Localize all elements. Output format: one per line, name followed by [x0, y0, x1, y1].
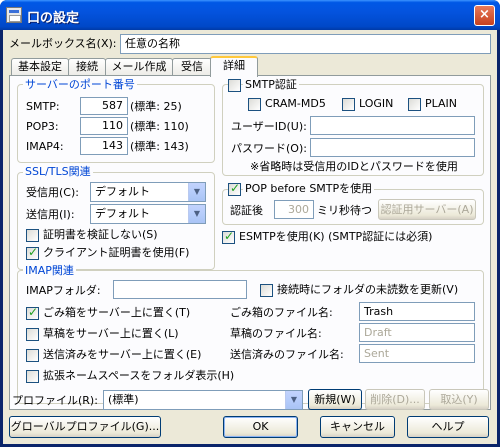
auth-note: ※省略時は受信用のIDとパスワードを使用 — [250, 160, 458, 173]
delete-profile-button[interactable]: 削除(D)... — [365, 389, 425, 410]
profile-value: (標準) — [108, 393, 139, 406]
pop3-default-label: (標準: 110) — [130, 120, 189, 133]
dialog-window: 口の設定 × メールボックス名(X): 任意の名称 基本設定 接続 メール作成 … — [0, 0, 500, 447]
sent-name-input[interactable]: Sent — [359, 344, 475, 363]
drafts-name-input[interactable]: Draft — [359, 323, 475, 342]
plain-label: PLAIN — [425, 97, 458, 110]
smtp-port-input[interactable]: 587 — [80, 97, 128, 115]
wait-label: 認証後 — [230, 204, 263, 217]
esmtp-checkbox[interactable] — [222, 229, 235, 244]
update-unread-checkbox[interactable] — [260, 284, 273, 297]
app-icon — [6, 7, 22, 23]
namespace-label: 拡張ネームスペースをフォルダ表示(H) — [43, 369, 235, 382]
verify-cert-label: 証明書を検証しない(S) — [43, 228, 158, 241]
tab-panel-advanced: サーバーのポート番号 SMTP: 587 (標準: 25) POP3: 110 … — [9, 75, 491, 410]
imap-title: IMAP関連 — [23, 264, 76, 277]
cram-md5-label: CRAM-MD5 — [265, 97, 326, 110]
server-ports-title: サーバーのポート番号 — [23, 78, 137, 91]
update-unread-label: 接続時にフォルダの未読数を更新(V) — [277, 283, 459, 296]
dialog-client: メールボックス名(X): 任意の名称 基本設定 接続 メール作成 受信 詳細 サ… — [3, 30, 497, 444]
chevron-down-icon[interactable]: ▼ — [188, 205, 205, 223]
drafts-name-label: 草稿のファイル名: — [230, 327, 322, 340]
drafts-on-server-checkbox[interactable] — [26, 328, 39, 341]
trash-on-server-checkbox[interactable] — [26, 305, 39, 320]
auth-server-button[interactable]: 認証用サーバー(A) — [378, 199, 476, 220]
pop-before-smtp-checkbox[interactable] — [228, 181, 241, 196]
mailbox-name-label: メールボックス名(X): — [9, 37, 117, 50]
profile-select[interactable]: (標準) ▼ — [103, 390, 303, 410]
trash-name-label: ごみ箱のファイル名: — [230, 306, 333, 319]
imap4-port-input[interactable]: 143 — [80, 137, 128, 155]
sent-on-server-checkbox[interactable] — [26, 349, 39, 362]
client-cert-label: クライアント証明書を使用(F) — [43, 246, 190, 259]
imap-folder-label: IMAPフォルダ: — [26, 284, 101, 297]
tab-basic[interactable]: 基本設定 — [11, 58, 69, 76]
global-profile-button[interactable]: グローバルプロファイル(G)... — [9, 416, 161, 438]
password-input[interactable] — [310, 138, 475, 157]
new-profile-button[interactable]: 新規(W) — [308, 389, 362, 410]
pop3-port-label: POP3: — [26, 120, 59, 133]
pop3-port-input[interactable]: 110 — [80, 117, 128, 135]
ssl-title: SSL/TLS関連 — [23, 165, 93, 178]
login-label: LOGIN — [359, 97, 394, 110]
chevron-down-icon[interactable]: ▼ — [285, 391, 302, 409]
cancel-button[interactable]: キャンセル — [320, 416, 395, 438]
ssl-receive-label: 受信用(C): — [26, 186, 79, 199]
window-title: 口の設定 — [27, 11, 80, 26]
ssl-receive-value: デフォルト — [95, 185, 150, 198]
tab-connection[interactable]: 接続 — [68, 58, 106, 76]
mailbox-name-input[interactable]: 任意の名称 — [120, 34, 491, 54]
ssl-send-value: デフォルト — [95, 207, 150, 220]
profile-label: プロファイル(R): — [12, 394, 98, 407]
sent-name-label: 送信済みのファイル名: — [230, 348, 344, 361]
cram-md5-checkbox[interactable] — [248, 98, 261, 111]
plain-checkbox[interactable] — [408, 98, 421, 111]
sent-on-server-label: 送信済みをサーバー上に置く(E) — [43, 348, 202, 361]
ssl-send-select[interactable]: デフォルト ▼ — [90, 204, 206, 224]
wait-unit-label: ミリ秒待つ — [317, 204, 372, 217]
import-profile-button[interactable]: 取込(Y) — [429, 389, 489, 410]
imap-folder-input[interactable] — [113, 280, 247, 299]
drafts-on-server-label: 草稿をサーバー上に置く(L) — [43, 327, 179, 340]
tab-receive[interactable]: 受信 — [172, 58, 212, 76]
trash-name-input[interactable]: Trash — [359, 302, 475, 321]
chevron-down-icon[interactable]: ▼ — [188, 183, 205, 201]
user-id-label: ユーザーID(U): — [231, 120, 307, 133]
password-label: パスワード(O): — [231, 142, 307, 155]
login-checkbox[interactable] — [342, 98, 355, 111]
wait-input[interactable]: 300 — [274, 200, 314, 219]
client-cert-checkbox[interactable] — [26, 245, 39, 260]
ssl-receive-select[interactable]: デフォルト ▼ — [90, 182, 206, 202]
ssl-send-label: 送信用(I): — [26, 208, 75, 221]
tab-advanced[interactable]: 詳細 — [210, 56, 258, 77]
verify-cert-checkbox[interactable] — [26, 229, 39, 242]
namespace-checkbox[interactable] — [26, 370, 39, 383]
help-button[interactable]: ヘルプ — [407, 416, 489, 438]
trash-on-server-label: ごみ箱をサーバー上に置く(T) — [43, 306, 191, 319]
smtp-auth-checkbox[interactable] — [228, 79, 241, 92]
close-icon[interactable]: × — [474, 5, 495, 26]
esmtp-label: ESMTPを使用(K) (SMTP認証には必須) — [239, 230, 433, 243]
tab-compose[interactable]: メール作成 — [105, 58, 173, 76]
imap4-port-label: IMAP4: — [26, 140, 64, 153]
imap4-default-label: (標準: 143) — [130, 140, 189, 153]
ok-button[interactable]: OK — [223, 416, 298, 438]
smtp-port-label: SMTP: — [26, 100, 60, 113]
pop-before-smtp-title: POP before SMTPを使用 — [243, 182, 375, 195]
smtp-default-label: (標準: 25) — [130, 100, 182, 113]
user-id-input[interactable] — [310, 116, 475, 135]
smtp-auth-title: SMTP認証 — [243, 78, 299, 91]
title-bar[interactable]: 口の設定 × — [0, 0, 500, 30]
